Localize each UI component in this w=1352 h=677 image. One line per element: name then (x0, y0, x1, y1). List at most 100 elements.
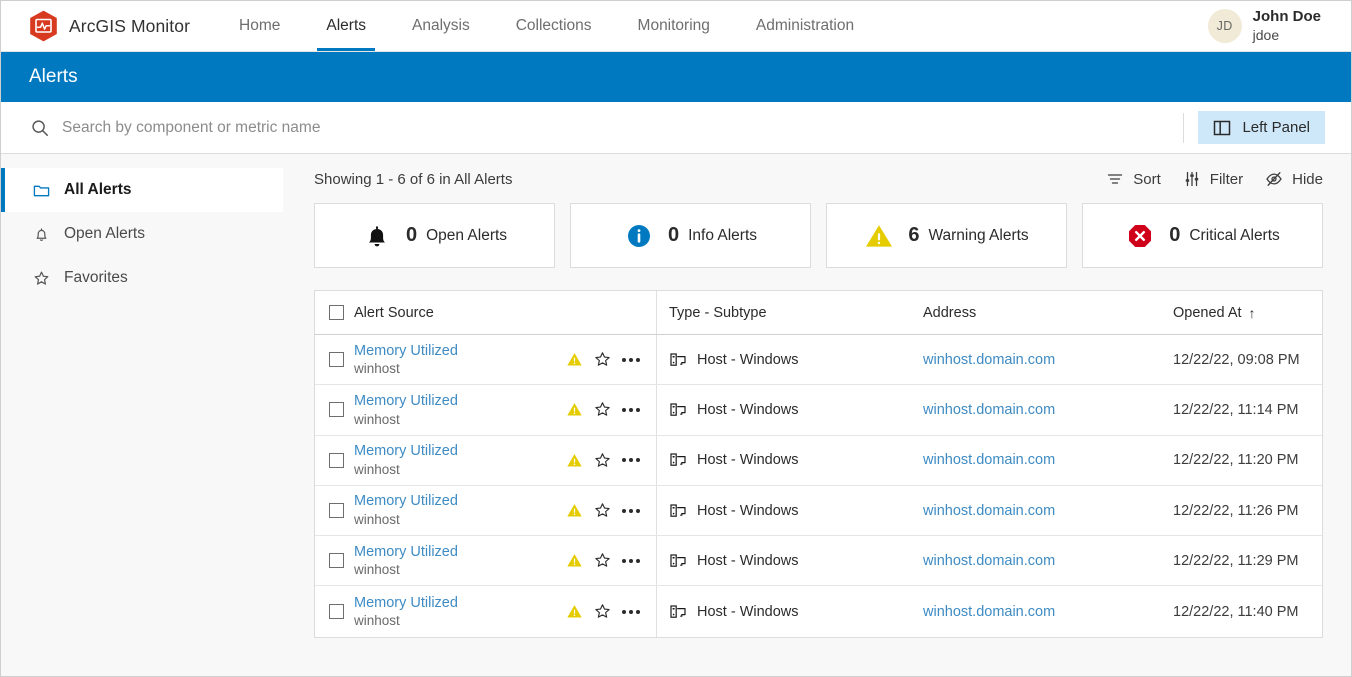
row-checkbox[interactable] (329, 553, 344, 569)
address-link[interactable]: winhost.domain.com (923, 604, 1055, 620)
filter-button[interactable]: Filter (1183, 170, 1243, 188)
host-windows-icon (670, 503, 686, 517)
column-header-label: Type - Subtype (669, 304, 767, 321)
summary-card-count: 0 (667, 224, 680, 246)
nav-item-administration[interactable]: Administration (733, 1, 877, 51)
summary-card-warning-alerts[interactable]: 6 Warning Alerts (826, 203, 1067, 268)
sidebar-item-all-alerts[interactable]: All Alerts (1, 168, 283, 212)
nav-item-analysis[interactable]: Analysis (389, 1, 493, 51)
favorite-star-icon[interactable] (594, 552, 611, 569)
warning-triangle-icon[interactable] (566, 351, 583, 368)
brand[interactable]: ArcGIS Monitor (1, 1, 216, 51)
type-label: Host - Windows (697, 351, 799, 368)
address-link[interactable]: winhost.domain.com (923, 352, 1055, 368)
summary-card-count: 0 (1169, 224, 1181, 246)
favorite-star-icon[interactable] (594, 401, 611, 418)
alert-source-link[interactable]: Memory Utilized (354, 595, 458, 612)
cell-opened-at: 12/22/22, 11:14 PM (1158, 385, 1322, 434)
summary-card-count: 6 (908, 224, 920, 246)
column-header-label: Alert Source (354, 304, 434, 321)
favorite-star-icon[interactable] (594, 502, 611, 519)
summary-card-critical-alerts[interactable]: 0 Critical Alerts (1082, 203, 1323, 268)
alert-source-link[interactable]: Memory Utilized (354, 544, 458, 561)
row-checkbox[interactable] (329, 352, 344, 368)
favorite-star-icon[interactable] (594, 603, 611, 620)
cell-opened-at: 12/22/22, 11:26 PM (1158, 486, 1322, 535)
summary-card-label: Info Alerts (688, 226, 758, 244)
opened-at-value: 12/22/22, 11:26 PM (1173, 502, 1299, 519)
warning-triangle-icon[interactable] (566, 502, 583, 519)
favorite-star-icon[interactable] (594, 452, 611, 469)
nav-item-alerts[interactable]: Alerts (303, 1, 389, 51)
left-panel-button[interactable]: Left Panel (1198, 111, 1325, 144)
address-link[interactable]: winhost.domain.com (923, 452, 1055, 468)
table-row[interactable]: Memory Utilized winhost Host - Windows w… (315, 435, 1322, 486)
hide-button[interactable]: Hide (1265, 170, 1323, 188)
bell-filled-icon (368, 225, 385, 246)
column-header-opened-at[interactable]: Opened At ↑ (1158, 291, 1322, 334)
table-row[interactable]: Memory Utilized winhost Host - Windows w… (315, 485, 1322, 537)
type-cell: Host - Windows (669, 552, 799, 570)
row-more-options-icon[interactable] (622, 354, 640, 366)
alert-source-component: winhost (354, 461, 400, 477)
summary-card-count: 0 (405, 224, 418, 246)
sidebar-item-label: All Alerts (64, 181, 132, 198)
column-header-alert-source[interactable]: Alert Source (315, 291, 657, 334)
row-checkbox[interactable] (329, 604, 344, 620)
table-toolbar: Sort Filter Hide (1106, 170, 1323, 188)
sidebar-item-favorites[interactable]: Favorites (1, 256, 283, 300)
cell-opened-at: 12/22/22, 11:20 PM (1158, 436, 1322, 485)
summary-card-label: Critical Alerts (1189, 226, 1280, 244)
sort-button[interactable]: Sort (1106, 170, 1161, 188)
address-link[interactable]: winhost.domain.com (923, 553, 1055, 569)
address-link[interactable]: winhost.domain.com (923, 503, 1055, 519)
page-title: Alerts (29, 66, 78, 87)
search-input[interactable] (62, 118, 582, 137)
type-cell: Host - Windows (669, 451, 799, 469)
warning-triangle-icon[interactable] (566, 603, 583, 620)
warning-triangle-icon[interactable] (566, 401, 583, 418)
alert-source-texts: Memory Utilized winhost (354, 393, 458, 427)
summary-card-open-alerts[interactable]: 0 Open Alerts (314, 203, 555, 268)
alert-source-link[interactable]: Memory Utilized (354, 443, 458, 460)
table-body: Memory Utilized winhost Host - Windows w… (315, 335, 1322, 637)
sidebar-item-open-alerts[interactable]: Open Alerts (1, 212, 283, 256)
row-more-options-icon[interactable] (622, 404, 640, 416)
row-more-options-icon[interactable] (622, 454, 640, 466)
summary-card-info-alerts[interactable]: 0 Info Alerts (570, 203, 811, 268)
column-header-type-subtype[interactable]: Type - Subtype (657, 291, 915, 334)
row-checkbox[interactable] (329, 452, 344, 468)
type-label: Host - Windows (697, 502, 799, 519)
row-checkbox[interactable] (329, 503, 344, 519)
warning-triangle-icon[interactable] (566, 552, 583, 569)
warning-triangle-icon[interactable] (566, 452, 583, 469)
user-account-menu[interactable]: JD John Doe jdoe (1207, 1, 1351, 51)
table-row[interactable]: Memory Utilized winhost Host - Windows w… (315, 586, 1322, 637)
brand-name: ArcGIS Monitor (69, 15, 191, 36)
favorite-star-icon[interactable] (594, 351, 611, 368)
row-more-options-icon[interactable] (622, 606, 640, 618)
alert-source-link[interactable]: Memory Utilized (354, 393, 458, 410)
alert-source-link[interactable]: Memory Utilized (354, 343, 458, 360)
table-row[interactable]: Memory Utilized winhost Host - Windows w… (315, 385, 1322, 436)
alert-source-texts: Memory Utilized winhost (354, 343, 458, 377)
type-cell: Host - Windows (669, 351, 799, 369)
address-link[interactable]: winhost.domain.com (923, 402, 1055, 418)
arcgis-monitor-hexagon-logo-icon (30, 10, 57, 42)
nav-item-collections[interactable]: Collections (493, 1, 615, 51)
column-header-address[interactable]: Address (915, 291, 1158, 334)
opened-at-value: 12/22/22, 11:40 PM (1173, 603, 1299, 620)
table-row[interactable]: Memory Utilized winhost Host - Windows w… (315, 335, 1322, 386)
row-checkbox[interactable] (329, 402, 344, 418)
row-more-options-icon[interactable] (622, 555, 640, 567)
select-all-checkbox[interactable] (329, 305, 344, 320)
host-windows-icon (670, 453, 686, 467)
alert-source-texts: Memory Utilized winhost (354, 443, 458, 477)
alert-source-link[interactable]: Memory Utilized (354, 493, 458, 510)
nav-item-monitoring[interactable]: Monitoring (615, 1, 733, 51)
cell-address: winhost.domain.com (915, 436, 1158, 485)
nav-item-home[interactable]: Home (216, 1, 303, 51)
row-more-options-icon[interactable] (622, 505, 640, 517)
row-actions (566, 351, 656, 368)
table-row[interactable]: Memory Utilized winhost Host - Windows w… (315, 536, 1322, 587)
